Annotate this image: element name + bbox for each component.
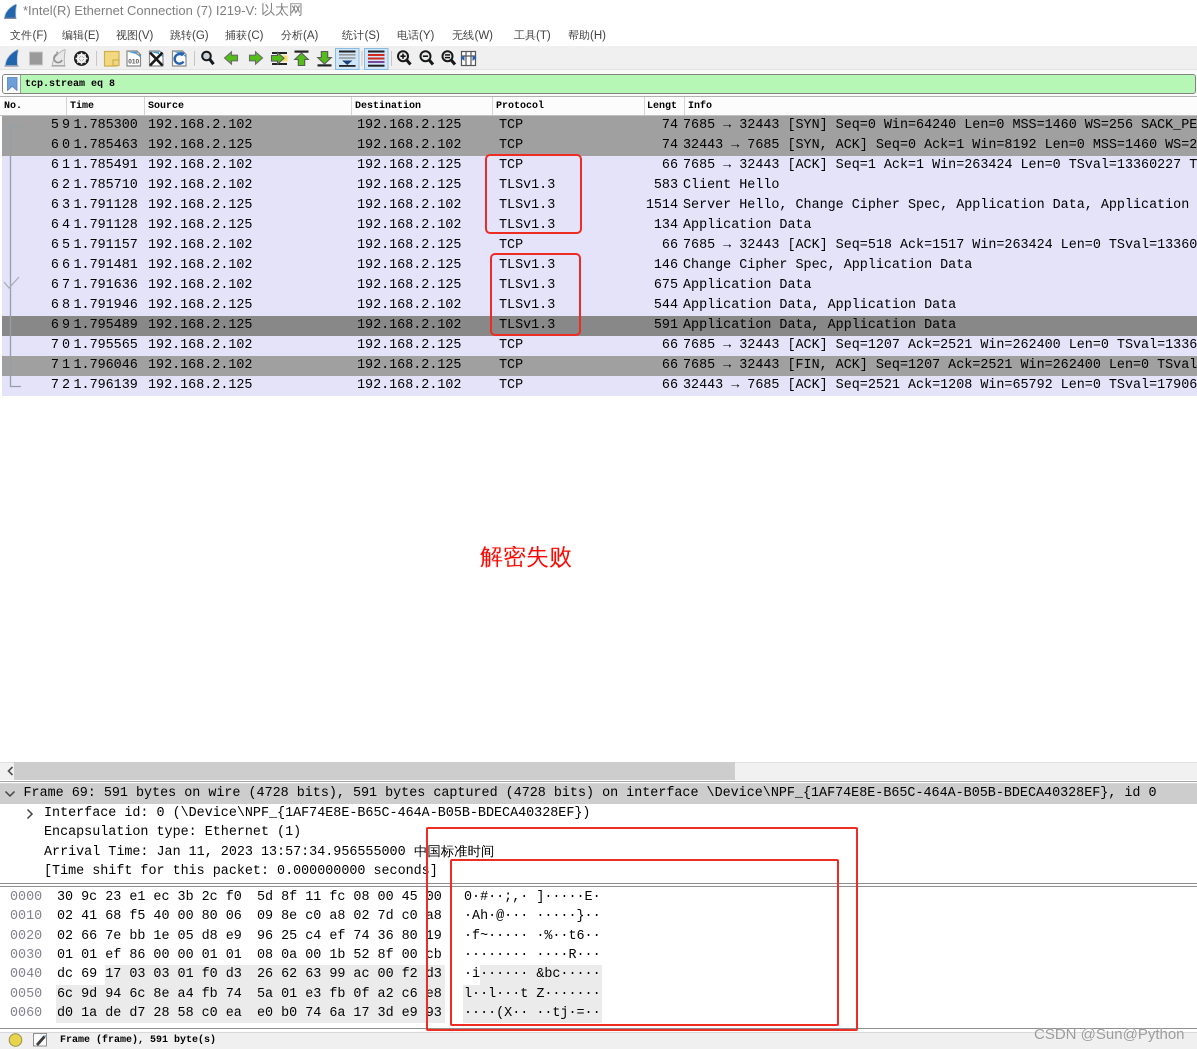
svg-text:010: 010	[128, 59, 139, 66]
